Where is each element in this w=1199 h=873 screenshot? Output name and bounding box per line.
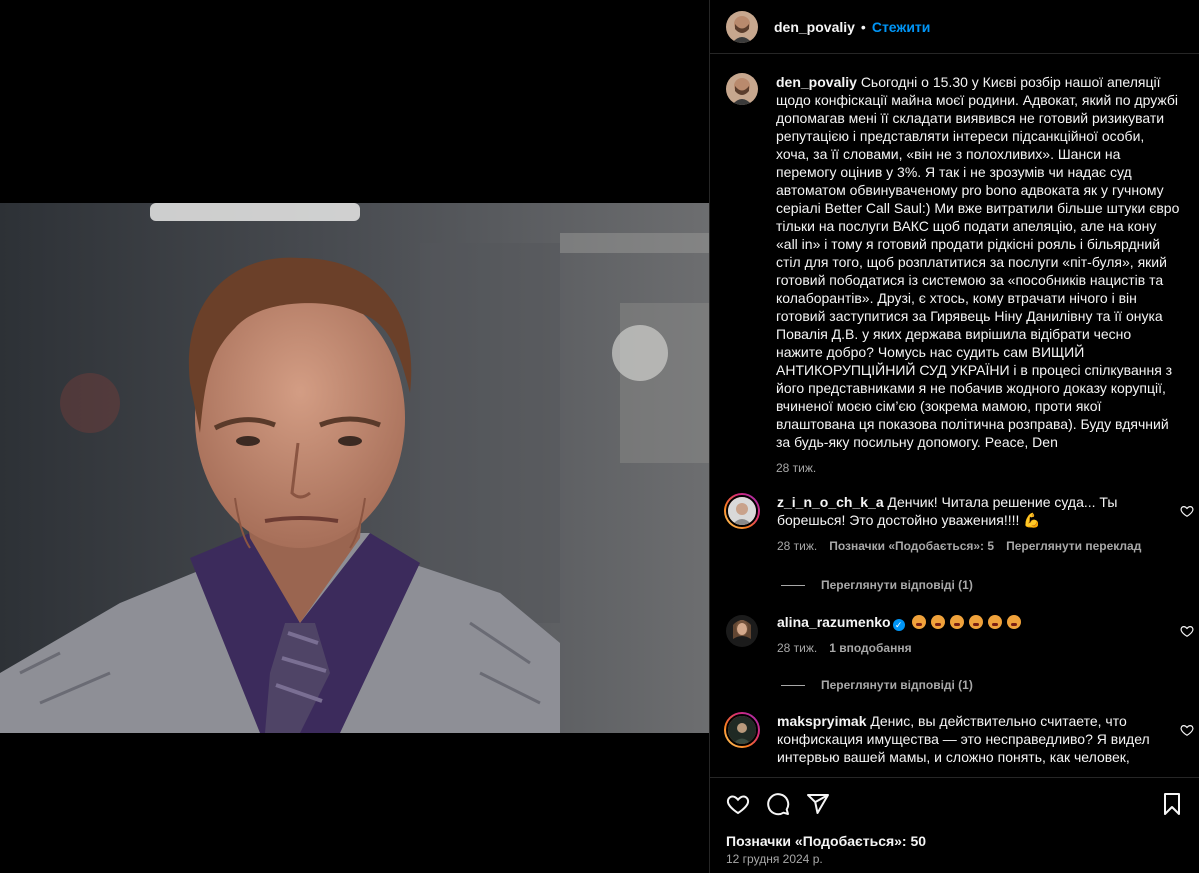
view-replies-label[interactable]: Переглянути відповіді (1) [821, 578, 973, 592]
comment-likes-count[interactable]: 1 вподобання [829, 639, 911, 657]
angry-face-emoji-icon [1006, 615, 1021, 629]
comments-scroll-area[interactable]: den_povaliy Сьогодні о 15.30 у Києві роз… [710, 55, 1199, 777]
follow-button[interactable]: Стежити [872, 19, 931, 35]
view-replies-button[interactable]: Переглянути відповіді (1) [781, 678, 973, 692]
comment-likes-count[interactable]: Позначки «Подобається»: 5 [829, 537, 994, 555]
comment-username[interactable]: makspryimak [777, 713, 867, 729]
emoji-row [911, 614, 1026, 630]
replies-divider [781, 684, 805, 686]
post-likes-count[interactable]: Позначки «Подобається»: 50 [726, 833, 926, 849]
comment-icon[interactable] [766, 792, 790, 816]
post-date[interactable]: 12 грудня 2024 р. [726, 852, 823, 866]
like-comment-heart-icon[interactable] [1180, 723, 1194, 737]
post-actions-bar: Позначки «Подобається»: 50 12 грудня 202… [710, 777, 1199, 873]
author-username[interactable]: den_povaliy [774, 19, 855, 35]
view-replies-label[interactable]: Переглянути відповіді (1) [821, 678, 973, 692]
post-side-panel: den_povaliy • Стежити den_povaliy Сьогод… [709, 0, 1199, 873]
heart-icon[interactable] [726, 792, 750, 816]
like-comment-heart-icon[interactable] [1180, 504, 1194, 518]
see-translation-link[interactable]: Переглянути переклад [1006, 537, 1141, 555]
comment-item: alina_razumenko ✓ 28 тиж. 1 вподобання [724, 613, 1194, 657]
comment-timestamp[interactable]: 28 тиж. [777, 537, 817, 555]
comment-timestamp[interactable]: 28 тиж. [777, 639, 817, 657]
caption-username[interactable]: den_povaliy [776, 74, 857, 90]
caption-text: Сьогодні о 15.30 у Києві розбір нашої ап… [776, 74, 1180, 450]
angry-face-emoji-icon [968, 615, 983, 629]
like-comment-heart-icon[interactable] [1180, 624, 1194, 638]
commenter-avatar[interactable] [724, 613, 760, 649]
comment-item: makspryimak Денис, вы действительно счит… [724, 712, 1194, 766]
portrait-illustration [0, 203, 709, 733]
author-avatar[interactable] [726, 10, 758, 43]
caption-avatar[interactable] [726, 73, 758, 105]
replies-divider [781, 584, 805, 586]
angry-face-emoji-icon [987, 615, 1002, 629]
commenter-avatar[interactable] [724, 712, 760, 748]
post-header: den_povaliy • Стежити [710, 0, 1199, 54]
verified-icon: ✓ [892, 619, 905, 631]
angry-face-emoji-icon [930, 615, 945, 629]
comment-item: z_i_n_o_ch_k_a Денчик! Читала решение су… [724, 493, 1194, 555]
caption-timestamp[interactable]: 28 тиж. [776, 459, 1181, 477]
post-photo[interactable] [0, 203, 709, 733]
post-media-area [0, 0, 709, 873]
angry-face-emoji-icon [911, 615, 926, 629]
comment-username[interactable]: alina_razumenko [777, 614, 891, 630]
save-icon[interactable] [1160, 792, 1184, 816]
post-caption: den_povaliy Сьогодні о 15.30 у Києві роз… [726, 73, 1186, 477]
commenter-avatar[interactable] [724, 493, 760, 529]
angry-face-emoji-icon [949, 615, 964, 629]
share-icon[interactable] [806, 792, 830, 816]
view-replies-button[interactable]: Переглянути відповіді (1) [781, 578, 973, 592]
comment-username[interactable]: z_i_n_o_ch_k_a [777, 494, 884, 510]
separator-dot: • [860, 18, 866, 35]
